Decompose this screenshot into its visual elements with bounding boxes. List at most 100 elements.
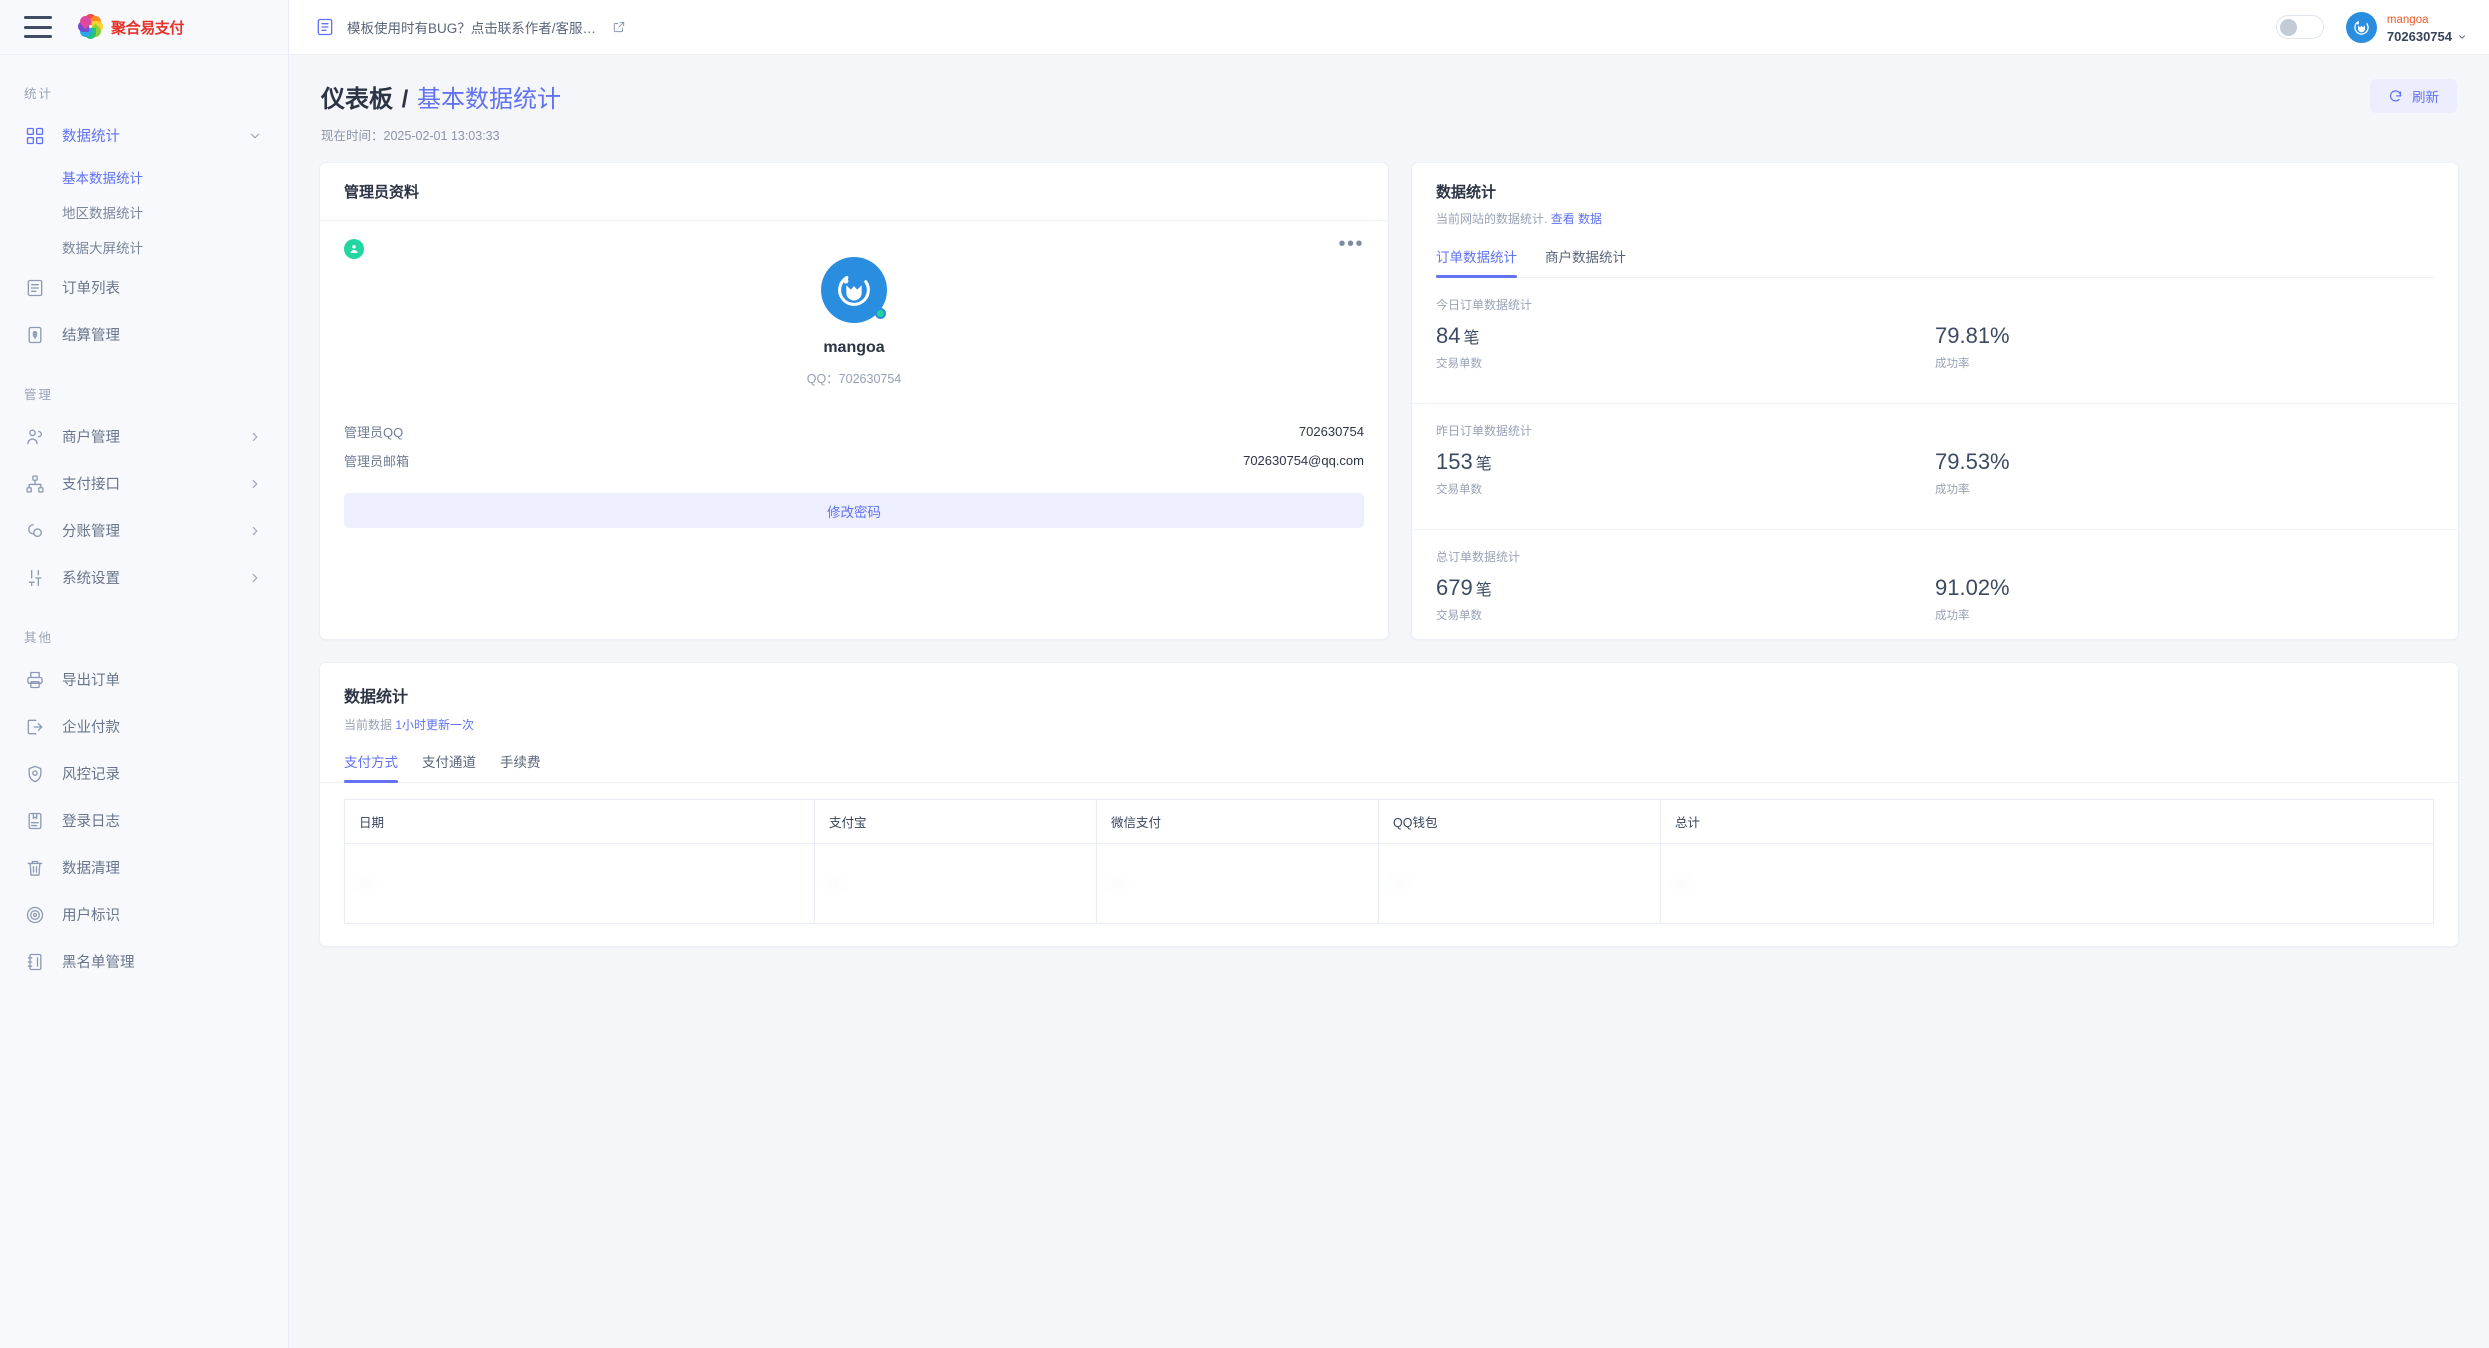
change-password-button[interactable]: 修改密码 xyxy=(344,493,1364,528)
stat-count-col: 84 笔 交易单数 xyxy=(1436,323,1935,371)
stat-block-label: 今日订单数据统计 xyxy=(1436,298,1533,312)
menu-toggle-icon[interactable] xyxy=(24,16,52,38)
stat-rate-caption: 成功率 xyxy=(1935,610,1970,622)
column-header-total: 总计 xyxy=(1660,799,2434,844)
sidebar-item-export-orders[interactable]: 导出订单 xyxy=(0,656,288,703)
page-header: 仪表板 / 基本数据统计 现在时间：2025-02-01 13:03:33 刷新 xyxy=(319,79,2459,162)
data-statistics-card: 数据统计 当前网站的数据统计. 查看 数据 订单数据统计 商户数据统计 今日订单… xyxy=(1411,162,2459,640)
blacklist-icon xyxy=(24,951,46,973)
sidebar-item-risk-records[interactable]: 风控记录 xyxy=(0,750,288,797)
sidebar-item-split-account[interactable]: 分账管理 xyxy=(0,507,288,554)
nav-group-title-stats: 统计 xyxy=(24,87,54,101)
sidebar-subitem-bigscreen-data[interactable]: 数据大屏统计 xyxy=(0,229,288,264)
content-area: 仪表板 / 基本数据统计 现在时间：2025-02-01 13:03:33 刷新 xyxy=(289,55,2489,1348)
sidebar-header: 聚合易支付 xyxy=(0,0,288,55)
profile-detail-list: 管理员QQ 702630754 管理员邮箱 702630754@qq.com xyxy=(344,417,1364,475)
sidebar-item-login-logs[interactable]: 登录日志 xyxy=(0,797,288,844)
stat-rate-caption: 成功率 xyxy=(1935,358,1970,370)
table-cell-alipay: — xyxy=(814,843,1098,924)
redacted-value: — xyxy=(829,875,842,890)
redacted-value: — xyxy=(1393,875,1406,890)
topbar-right: mangoa 702630754 xyxy=(2275,9,2467,45)
sidebar-item-system-settings[interactable]: 系统设置 xyxy=(0,554,288,601)
online-user-icon xyxy=(344,239,364,259)
grid-icon xyxy=(24,125,46,147)
brand-logo[interactable]: 聚合易支付 xyxy=(77,13,184,40)
sidebar-item-data-cleanup[interactable]: 数据清理 xyxy=(0,844,288,891)
table-body: — — — — — xyxy=(343,843,2434,924)
sidebar-item-label: 黑名单管理 xyxy=(62,955,135,971)
admin-profile-card: 管理员资料 ••• mangoa QQ：702630754 管理员QQ 7026… xyxy=(319,162,1389,640)
external-link-icon[interactable] xyxy=(612,20,626,34)
stat-count-col: 679 笔 交易单数 xyxy=(1436,575,1935,623)
notice-banner[interactable]: 模板使用时有BUG？点击联系作者/客服… xyxy=(315,17,626,37)
update-interval-link[interactable]: 1小时更新一次 xyxy=(395,718,474,732)
stat-block-grid: 153 笔 交易单数 79.53% 成功率 xyxy=(1436,449,2434,513)
tab-payment-channel[interactable]: 支付通道 xyxy=(422,751,476,782)
stat-count: 84 笔 xyxy=(1436,323,1935,349)
sidebar-subitem-region-data[interactable]: 地区数据统计 xyxy=(0,194,288,229)
stat-count-caption: 交易单数 xyxy=(1436,610,1482,622)
sidebar-item-order-list[interactable]: 订单列表 xyxy=(0,264,288,311)
sidebar-item-payment-interface[interactable]: 支付接口 xyxy=(0,460,288,507)
tab-merchant-statistics[interactable]: 商户数据统计 xyxy=(1545,246,1626,277)
printer-icon xyxy=(24,669,46,691)
sidebar-item-label: 商户管理 xyxy=(62,430,120,446)
flower-icon xyxy=(77,13,104,40)
shield-icon xyxy=(24,763,46,785)
tab-fee[interactable]: 手续费 xyxy=(500,751,541,782)
stat-count-unit: 笔 xyxy=(1475,582,1492,599)
profile-avatar xyxy=(821,257,887,323)
receipt-icon xyxy=(24,324,46,346)
sidebar-item-blacklist-manage[interactable]: 黑名单管理 xyxy=(0,938,288,985)
profile-row-value: 702630754@qq.com xyxy=(1243,453,1364,468)
current-time-value: 2025-02-01 13:03:33 xyxy=(383,129,500,143)
sidebar-item-settlement[interactable]: 结算管理 xyxy=(0,311,288,358)
refresh-icon xyxy=(2388,89,2403,104)
sidebar-item-label: 用户标识 xyxy=(62,908,120,924)
tab-payment-method[interactable]: 支付方式 xyxy=(344,751,398,783)
tab-order-statistics[interactable]: 订单数据统计 xyxy=(1436,246,1517,278)
stat-rate-value: 79.81% xyxy=(1935,323,2010,348)
stat-count-value: 679 xyxy=(1436,575,1473,600)
refresh-button[interactable]: 刷新 xyxy=(2370,79,2457,113)
breadcrumb-current: 基本数据统计 xyxy=(417,86,562,113)
target-icon xyxy=(24,904,46,926)
stat-block-total: 总订单数据统计 679 笔 交易单数 91.02% 成功率 xyxy=(1412,529,2458,639)
view-data-link[interactable]: 查看 数据 xyxy=(1551,212,1602,226)
sidebar-item-enterprise-payment[interactable]: 企业付款 xyxy=(0,703,288,750)
sliders-icon xyxy=(24,567,46,589)
stat-block-today: 今日订单数据统计 84 笔 交易单数 79.81% 成功率 xyxy=(1412,278,2458,387)
chevron-down-icon[interactable] xyxy=(2457,32,2467,42)
sidebar-item-label: 数据统计 xyxy=(62,129,120,145)
table-header: 日期 支付宝 微信支付 QQ钱包 总计 xyxy=(343,799,2434,844)
stat-count: 679 笔 xyxy=(1436,575,1935,601)
current-time: 现在时间：2025-02-01 13:03:33 xyxy=(321,125,561,144)
page-header-left: 仪表板 / 基本数据统计 现在时间：2025-02-01 13:03:33 xyxy=(321,79,561,144)
table-cell-qq-wallet: — xyxy=(1378,843,1662,924)
sidebar-item-merchant-manage[interactable]: 商户管理 xyxy=(0,413,288,460)
more-options-icon[interactable]: ••• xyxy=(1338,234,1364,254)
stat-rate-value: 79.53% xyxy=(1935,449,2010,474)
theme-toggle-switch[interactable] xyxy=(2275,15,2324,39)
document-icon xyxy=(315,17,335,37)
stat-count-caption: 交易单数 xyxy=(1436,358,1482,370)
stat-block-grid: 84 笔 交易单数 79.81% 成功率 xyxy=(1436,323,2434,387)
app-root: 聚合易支付 统计 数据统计 基本数据统计 地区数据统计 数据大屏统计 订单列表 xyxy=(0,0,2489,1348)
sidebar-item-user-identifier[interactable]: 用户标识 xyxy=(0,891,288,938)
top-row: 管理员资料 ••• mangoa QQ：702630754 管理员QQ 7026… xyxy=(319,162,2459,640)
sitemap-icon xyxy=(24,473,46,495)
sidebar-subitem-basic-data[interactable]: 基本数据统计 xyxy=(0,159,288,194)
profile-name: mangoa xyxy=(823,339,885,356)
stat-rate-caption: 成功率 xyxy=(1935,484,1970,496)
breadcrumb: 仪表板 / 基本数据统计 xyxy=(321,79,561,114)
breadcrumb-root[interactable]: 仪表板 xyxy=(321,86,393,113)
user-menu[interactable]: mangoa 702630754 xyxy=(2345,9,2467,45)
profile-row-qq: 管理员QQ 702630754 xyxy=(344,417,1364,446)
stat-block-label: 总订单数据统计 xyxy=(1436,550,1521,564)
stat-rate-value: 91.02% xyxy=(1935,575,2010,600)
sidebar: 聚合易支付 统计 数据统计 基本数据统计 地区数据统计 数据大屏统计 订单列表 xyxy=(0,0,289,1348)
sidebar-item-data-statistics[interactable]: 数据统计 xyxy=(0,112,288,159)
user-meta: mangoa 702630754 xyxy=(2387,9,2467,45)
